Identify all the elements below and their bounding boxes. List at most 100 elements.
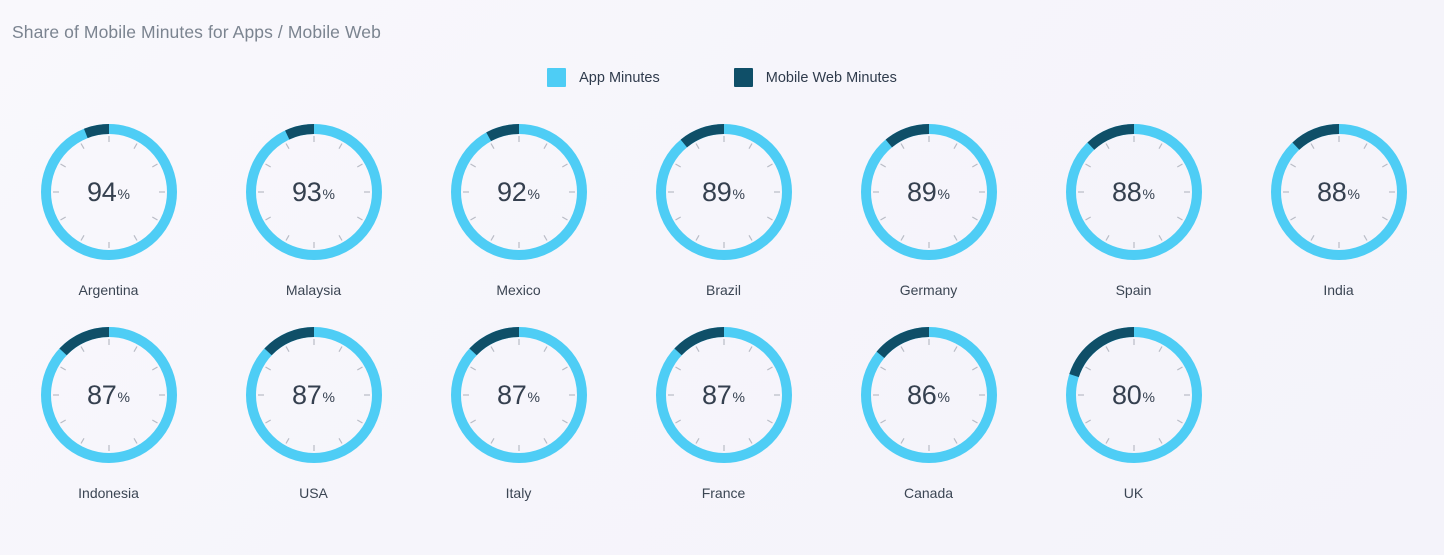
gauge-tick [899,346,905,352]
gauge-malaysia[interactable]: 93% Malaysia [211,112,416,298]
legend-swatch-mobile-web-minutes [733,68,753,87]
gauge-ring: 87% [29,315,189,475]
gauge-indonesia[interactable]: 87% Indonesia [6,315,211,501]
gauge-tick [674,216,681,221]
gauge-tick [59,419,66,424]
gauge-tick [284,346,290,352]
gauge-france[interactable]: 87% France [621,315,826,501]
gauge-tick [899,235,905,241]
gauge-tick [59,216,66,221]
gauge-tick [1289,216,1296,221]
gauge-tick [1104,143,1110,149]
gauge-tick [1084,163,1091,168]
gauge-tick [879,163,886,168]
gauge-ring: 87% [439,315,599,475]
gauge-tick [1309,143,1315,149]
gauge-tick [356,163,363,168]
gauge-country-label: UK [1123,485,1144,501]
gauge-ring: 80% [1054,315,1214,475]
gauge-tick [469,419,476,424]
gauge-tick [79,438,85,444]
gauge-tick [952,438,958,444]
gauge-tick [469,366,476,371]
gauge-tick [356,419,363,424]
legend-item-app-minutes[interactable]: App Minutes [547,68,660,87]
gauge-tick [899,143,905,149]
gauge-tick [264,419,271,424]
gauge-tick [337,235,343,241]
gauge-tick [747,143,753,149]
gauge-tick [542,235,548,241]
gauge-tick [952,346,958,352]
gauge-italy[interactable]: 87% Italy [416,315,621,501]
gauge-country-label: Brazil [705,282,741,298]
gauge-ring: 88% [1054,112,1214,272]
gauge-tick [132,143,138,149]
gauge-arc-app-minutes [860,124,997,260]
legend-item-mobile-web-minutes[interactable]: Mobile Web Minutes [733,68,897,87]
gauge-ring: 89% [644,112,804,272]
gauge-country-label: Malaysia [285,282,342,298]
gauge-country-label: France [701,485,746,501]
gauge-germany[interactable]: 89% Germany [826,112,1031,298]
gauge-tick [1309,235,1315,241]
gauge-tick [489,346,495,352]
gauge-mexico[interactable]: 92% Mexico [416,112,621,298]
gauge-tick [747,346,753,352]
gauge-tick [766,366,773,371]
gauge-tick [1157,346,1163,352]
gauge-tick [79,346,85,352]
gauge-country-label: Mexico [496,282,541,298]
gauge-uk[interactable]: 80% UK [1031,315,1236,501]
gauge-tick [879,366,886,371]
gauge-tick [1176,216,1183,221]
gauge-tick [337,143,343,149]
gauge-tick [284,438,290,444]
gauge-tick [337,438,343,444]
gauge-country-label: Germany [899,282,958,298]
gauge-tick [264,216,271,221]
gauge-tick [132,346,138,352]
chart-legend: App Minutes Mobile Web Minutes [0,68,1444,87]
gauge-tick [489,143,495,149]
gauge-country-label: Spain [1115,282,1152,298]
gauge-tick [264,163,271,168]
gauge-country-label: Canada [903,485,954,501]
legend-swatch-app-minutes [547,68,567,87]
gauge-canada[interactable]: 86% Canada [826,315,1031,501]
gauge-tick [1176,419,1183,424]
gauge-tick [542,143,548,149]
gauge-tick [489,235,495,241]
gauge-tick [79,143,85,149]
gauge-tick [1084,366,1091,371]
gauge-tick [356,366,363,371]
gauge-tick [1362,143,1368,149]
gauge-tick [151,419,158,424]
gauge-country-label: India [1323,282,1354,298]
gauge-row: 87% Indonesia 87% USA 87% Italy 87% France 86% Ca… [0,315,1444,501]
legend-label-mobile-web-minutes: Mobile Web Minutes [765,69,897,86]
gauge-tick [337,346,343,352]
gauge-tick [132,438,138,444]
gauge-brazil[interactable]: 89% Brazil [621,112,826,298]
gauge-tick [151,366,158,371]
gauge-tick [766,163,773,168]
gauge-tick [1176,163,1183,168]
gauge-tick [674,419,681,424]
gauge-tick [674,163,681,168]
gauge-usa[interactable]: 87% USA [211,315,416,501]
gauge-ring: 88% [1259,112,1419,272]
gauge-spain[interactable]: 88% Spain [1031,112,1236,298]
gauge-country-label: Italy [505,485,532,501]
gauge-tick [59,366,66,371]
gauge-tick [971,216,978,221]
gauge-argentina[interactable]: 94% Argentina [6,112,211,298]
gauge-arc-app-minutes [1065,124,1202,260]
gauge-tick [1104,235,1110,241]
gauge-tick [899,438,905,444]
gauge-tick [694,346,700,352]
gauge-tick [561,366,568,371]
gauge-arc-app-minutes [450,124,587,260]
gauge-india[interactable]: 88% India [1236,112,1441,298]
gauge-ring: 89% [849,112,1009,272]
